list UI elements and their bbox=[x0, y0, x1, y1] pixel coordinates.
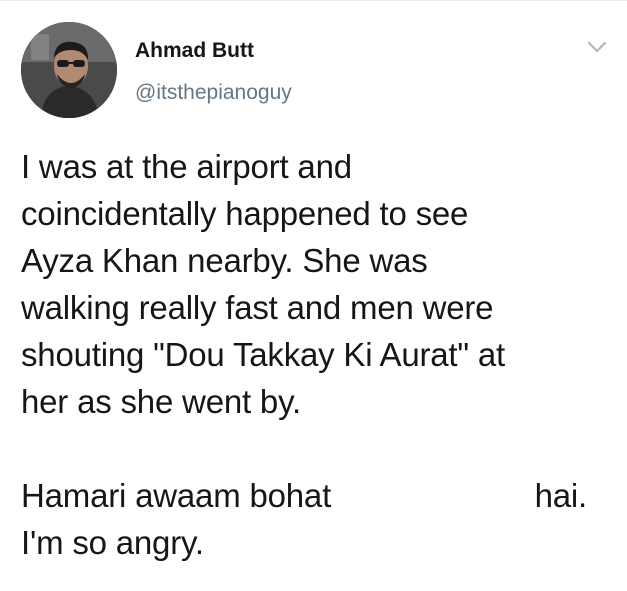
tweet-text: I was at the airport and coincidentally … bbox=[21, 143, 611, 566]
tweet-card: Ahmad Butt @itsthepianoguy I was at the … bbox=[0, 0, 627, 591]
author-name[interactable]: Ahmad Butt bbox=[135, 39, 254, 63]
chevron-down-icon[interactable] bbox=[586, 39, 608, 55]
tweet-text-right: hai. bbox=[534, 477, 588, 514]
avatar[interactable] bbox=[21, 22, 117, 118]
tweet-paragraph: I'm so angry. bbox=[21, 524, 204, 561]
tweet-line-redacted: Hamari awaam bohat hai. bbox=[21, 472, 587, 519]
tweet-paragraph: I was at the airport and coincidentally … bbox=[21, 148, 506, 420]
tweet-text-left: Hamari awaam bohat bbox=[21, 477, 332, 514]
profile-photo-icon bbox=[21, 22, 117, 118]
author-handle[interactable]: @itsthepianoguy bbox=[135, 81, 292, 105]
